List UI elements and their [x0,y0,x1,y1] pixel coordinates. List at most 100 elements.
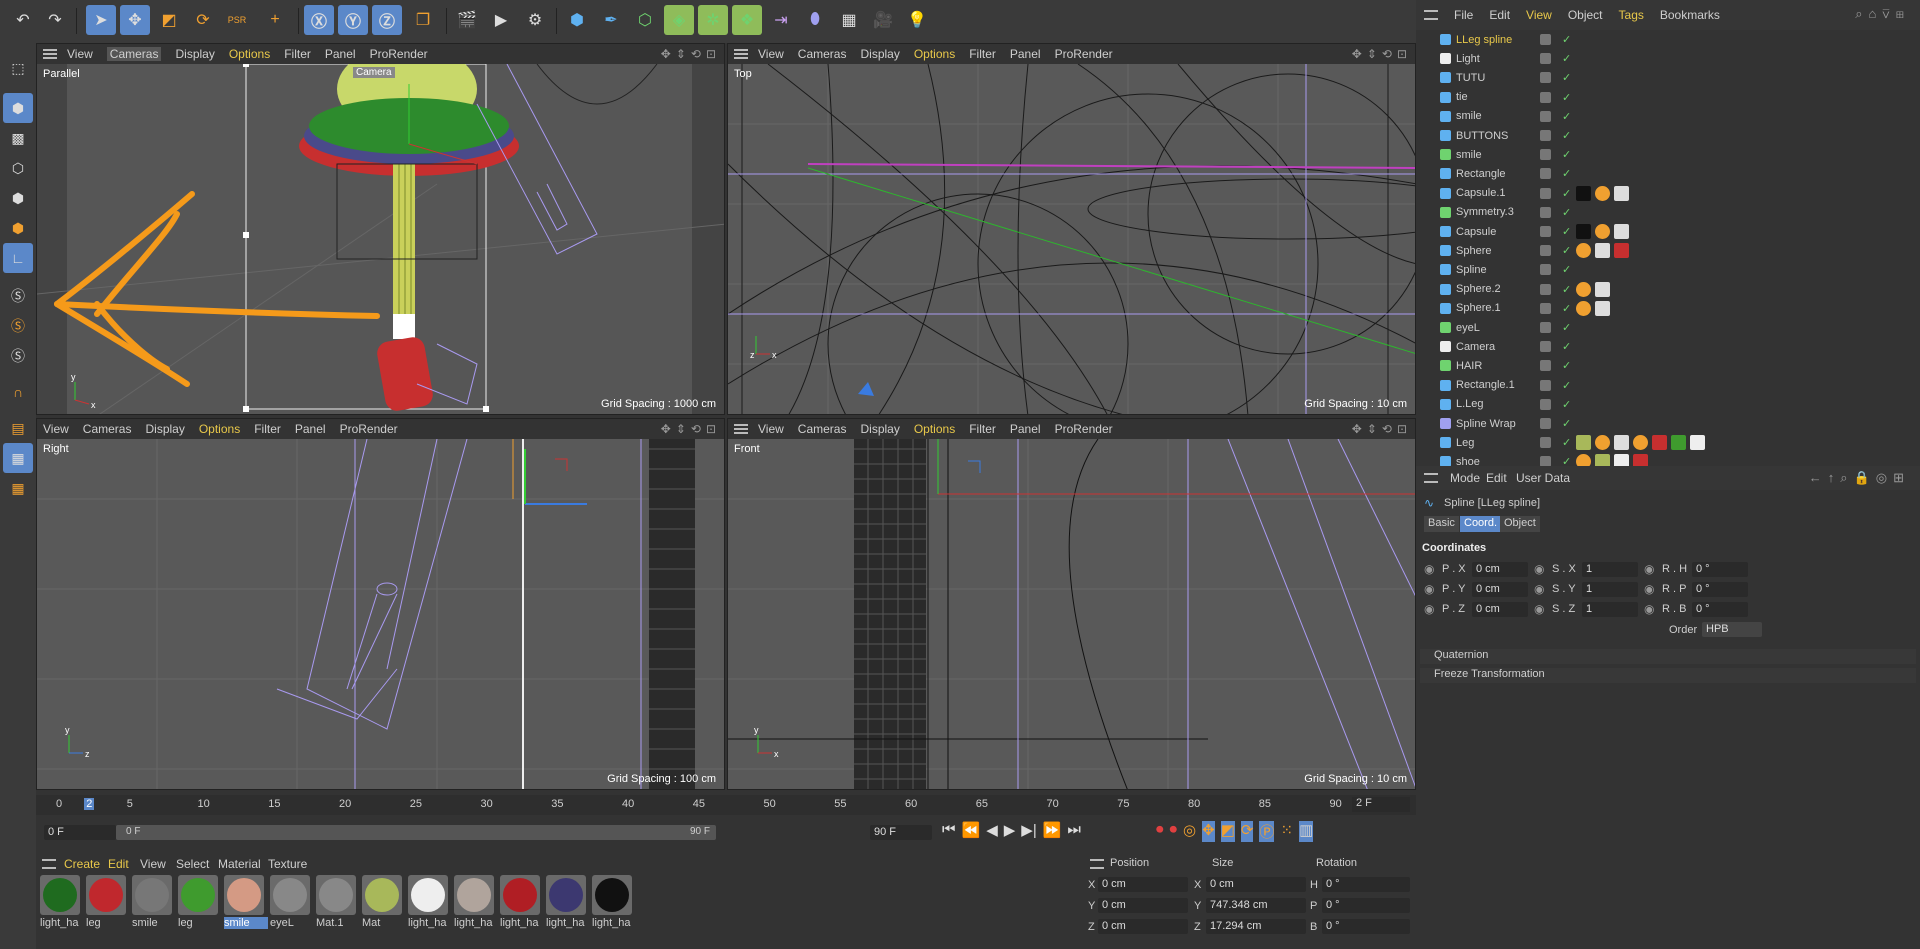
enabled-check-icon[interactable]: ✓ [1562,436,1571,449]
points-mode-icon[interactable]: ⬡ [3,153,33,183]
key-pla-icon[interactable]: ⁙ [1280,821,1293,842]
tag-icon[interactable] [1595,185,1610,201]
object-row[interactable]: L.Leg ✓ [1416,395,1906,414]
menu-filter[interactable]: Filter [254,422,281,436]
s-y-field[interactable]: 1 [1582,582,1638,597]
layer-icon[interactable] [1540,264,1551,276]
menu-options[interactable]: Options [914,422,955,436]
object-name[interactable]: Capsule.1 [1456,187,1506,199]
layer-icon[interactable] [1540,226,1551,237]
psr-icon[interactable]: PSR [222,5,252,35]
menu-prorender[interactable]: ProRender [340,422,398,436]
object-name[interactable]: Capsule [1456,226,1496,238]
object-row[interactable]: smile ✓ [1416,145,1906,164]
om-menu-bookmarks[interactable]: Bookmarks [1660,8,1720,22]
prev-frame-icon[interactable]: ◀ [986,821,998,839]
menu-panel[interactable]: Panel [325,47,356,61]
object-name[interactable]: smile [1456,149,1482,161]
next-frame-icon[interactable]: ▶| [1021,821,1036,839]
cloner-icon[interactable]: ✲ [698,5,728,35]
layer-icon[interactable] [1540,437,1551,449]
p-y-field[interactable]: 0 cm [1472,582,1528,597]
enabled-check-icon[interactable]: ✓ [1562,398,1571,411]
radio-icon[interactable]: ◉ [1644,582,1654,596]
viewport-front[interactable]: View Cameras Display Options Filter Pane… [727,418,1416,790]
viewport-nav-icons[interactable]: ✥ ⇕ ⟲ ⊡ [661,47,716,61]
texture-mode-icon[interactable]: ▩ [3,123,33,153]
layer-icon[interactable] [1540,53,1551,65]
enabled-check-icon[interactable]: ✓ [1562,71,1571,84]
tag-icon[interactable] [1576,185,1591,201]
menu-icon[interactable] [1090,859,1104,869]
solo-icon[interactable]: Ⓢ [3,281,33,311]
attr-nav-icons[interactable]: ←↑⌕🔒◎⊞ [1809,470,1910,486]
tag-icon[interactable] [1576,300,1591,316]
enabled-check-icon[interactable]: ✓ [1562,206,1571,219]
render-view-icon[interactable]: ▶ [486,5,516,35]
tab-coord[interactable]: Coord. [1460,516,1502,532]
deformer-icon[interactable]: ❖ [732,5,762,35]
om-menu-file[interactable]: File [1454,8,1473,22]
object-name[interactable]: Sphere [1456,245,1491,257]
object-name[interactable]: Symmetry.3 [1456,206,1514,218]
p-z-field[interactable]: 0 cm [1472,602,1528,617]
object-row[interactable]: smile ✓ [1416,107,1906,126]
z-axis-icon[interactable]: Ⓩ [372,5,402,35]
enabled-check-icon[interactable]: ✓ [1562,225,1571,238]
object-row[interactable]: tie ✓ [1416,88,1906,107]
menu-prorender[interactable]: ProRender [370,47,428,61]
layer-icon[interactable] [1540,418,1551,429]
menu-cameras[interactable]: Cameras [798,47,847,61]
render-region-icon[interactable]: 🎬 [452,5,482,35]
enabled-check-icon[interactable]: ✓ [1562,283,1571,296]
menu-icon[interactable] [1424,473,1438,483]
enabled-check-icon[interactable]: ✓ [1562,302,1571,315]
menu-icon[interactable] [43,49,57,59]
freeze-group[interactable]: Freeze Transformation [1420,668,1916,683]
order-select[interactable]: HPB [1702,622,1762,637]
enabled-check-icon[interactable]: ✓ [1562,91,1571,104]
object-name[interactable]: L.Leg [1456,398,1484,410]
object-name[interactable]: Leg [1456,437,1474,449]
scale-icon[interactable]: ◩ [154,5,184,35]
r-b-field[interactable]: 0 ° [1692,602,1748,617]
material-swatch[interactable]: light_ha [546,875,588,935]
menu-icon[interactable] [734,424,748,434]
menu-view[interactable]: View [758,422,784,436]
object-row[interactable]: Sphere.1 ✓ [1416,299,1906,318]
menu-view[interactable]: View [43,422,69,436]
end-frame-field[interactable]: 90 F [870,825,932,840]
material-swatch[interactable]: light_ha [40,875,82,935]
camera-tag[interactable]: Camera [353,67,395,78]
make-editable-icon[interactable]: ⬚ [3,53,33,83]
generator-icon[interactable]: ◈ [664,5,694,35]
tab-basic[interactable]: Basic [1424,516,1459,532]
solo-off-icon[interactable]: Ⓢ [3,341,33,371]
enabled-check-icon[interactable]: ✓ [1562,33,1571,46]
pos-x-field[interactable]: 0 cm [1098,877,1188,892]
om-menu-edit[interactable]: Edit [1489,8,1510,22]
object-row[interactable]: Symmetry.3 ✓ [1416,203,1906,222]
workplane-icon[interactable]: ▤ [3,413,33,443]
object-name[interactable]: eyeL [1456,322,1480,334]
sculpt-icon[interactable]: ⬮ [800,5,830,35]
camera-icon[interactable]: 🎥 [868,5,898,35]
radio-icon[interactable]: ◉ [1534,582,1544,596]
layer-icon[interactable] [1540,91,1551,103]
solo-hierarchy-icon[interactable]: Ⓢ [3,311,33,341]
lock-workplane-icon[interactable]: ▦ [3,443,33,473]
timeline-window-icon[interactable]: ▥ [1299,821,1314,842]
attr-menu-user-data[interactable]: User Data [1516,471,1570,485]
select-icon[interactable]: ➤ [86,5,116,35]
pos-y-field[interactable]: 0 cm [1098,898,1188,913]
viewport-nav-icons[interactable]: ✥ ⇕ ⟲ ⊡ [1352,422,1407,436]
object-name[interactable]: Spline [1456,264,1487,276]
menu-filter[interactable]: Filter [969,422,996,436]
om-menu-tags[interactable]: Tags [1619,8,1644,22]
viewport-perspective[interactable]: View Cameras Display Options Filter Pane… [36,43,725,415]
radio-icon[interactable]: ◉ [1424,562,1434,576]
tab-object[interactable]: Object [1500,516,1540,532]
object-row[interactable]: Capsule ✓ [1416,222,1906,241]
menu-display[interactable]: Display [175,47,214,61]
object-row[interactable]: Capsule.1 ✓ [1416,184,1906,203]
